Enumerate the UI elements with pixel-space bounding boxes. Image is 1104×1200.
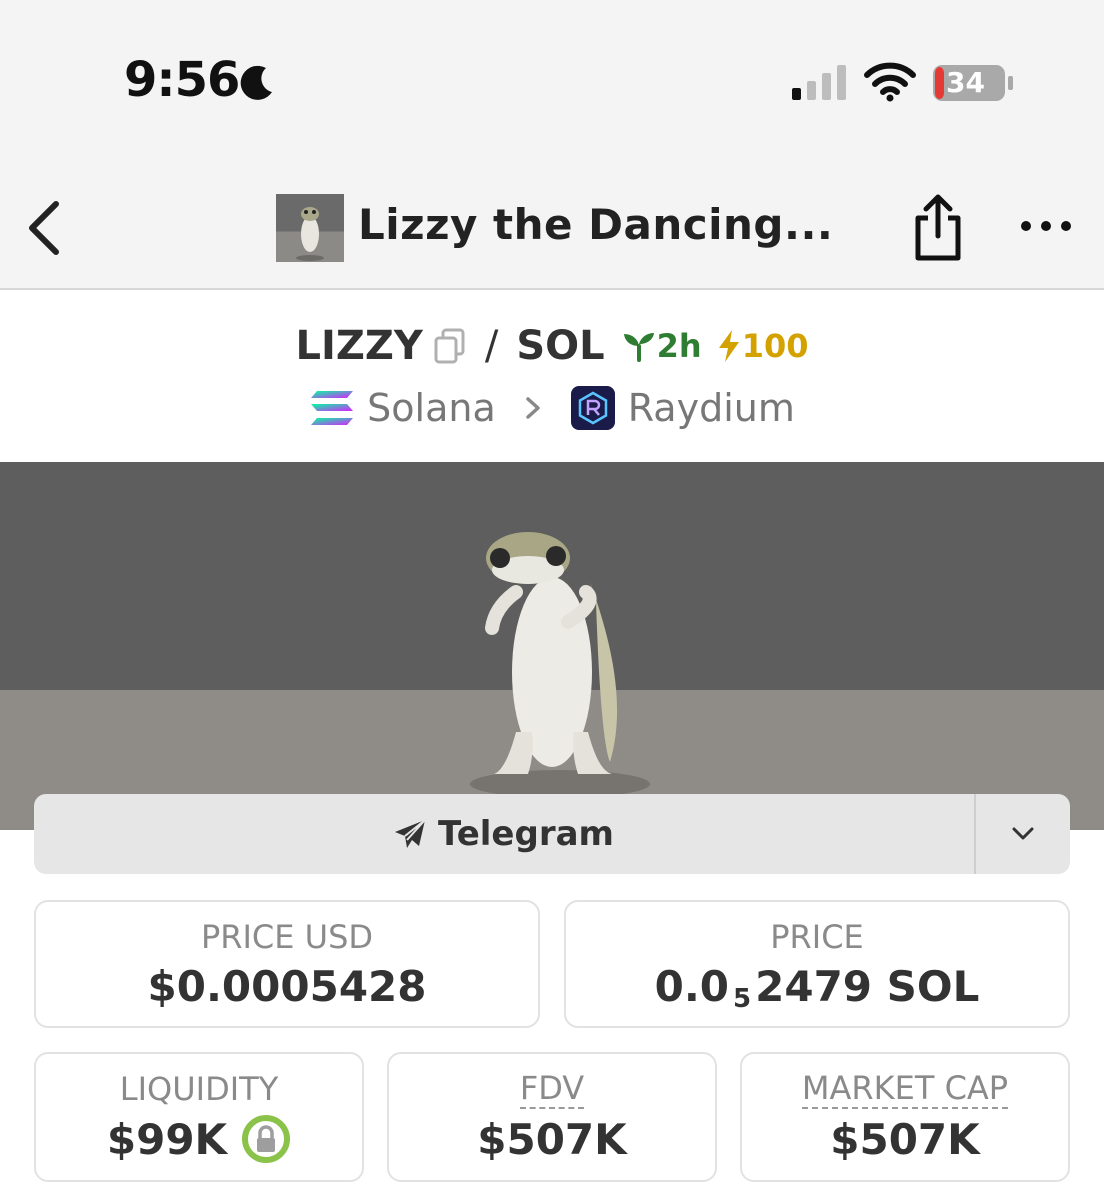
cellular-signal-icon: [792, 65, 846, 100]
liquidity-value: $99K: [106, 1114, 228, 1164]
pair-header: LIZZY / SOL 2h 100: [0, 318, 1104, 374]
price-zero-count: 5: [733, 983, 752, 1014]
moon-icon: [240, 65, 272, 100]
links-dropdown-button[interactable]: [976, 794, 1070, 874]
chevron-right-icon: [525, 397, 540, 419]
lizard-thumbnail-icon: [296, 207, 324, 261]
price-usd-card: PRICE USD $0.0005428: [34, 900, 540, 1028]
copy-icon[interactable]: [433, 327, 467, 365]
status-time: 9:56: [124, 52, 240, 108]
chevron-down-icon: [1012, 827, 1034, 840]
price-digits: 2479 SOL: [755, 962, 980, 1011]
nav-bar: Lizzy the Dancing...: [0, 170, 1104, 290]
dancing-lizard-image: [470, 532, 650, 798]
battery-indicator: 34: [932, 64, 1014, 102]
telegram-button[interactable]: Telegram: [34, 794, 976, 874]
base-symbol: LIZZY: [295, 323, 423, 369]
price-lead: 0.0: [654, 962, 730, 1011]
market-cap-value: $507K: [830, 1114, 980, 1164]
wifi-icon: [864, 62, 916, 102]
pair-separator: /: [484, 323, 499, 369]
market-cap-label[interactable]: MARKET CAP: [801, 1070, 1009, 1109]
price-usd-label: PRICE USD: [200, 918, 374, 956]
pair-age-badge: 2h: [621, 327, 702, 365]
boost-badge: 100: [716, 327, 809, 365]
price-native-value: 0.0 5 2479 SOL: [566, 962, 1068, 1014]
chain-route: Solana Raydium: [0, 380, 1104, 436]
price-native-card: PRICE 0.0 5 2479 SOL: [564, 900, 1070, 1028]
market-cap-card: MARKET CAP $507K: [740, 1052, 1070, 1182]
back-chevron-icon[interactable]: [22, 198, 66, 258]
paper-plane-icon: [395, 819, 426, 848]
price-usd-value: $0.0005428: [147, 962, 427, 1011]
liquidity-card: LIQUIDITY $99K: [34, 1052, 364, 1182]
boost-count: 100: [741, 327, 809, 365]
share-icon[interactable]: [908, 192, 968, 262]
raydium-logo-icon: [570, 386, 615, 430]
seedling-icon: [623, 333, 654, 362]
nav-title: Lizzy the Dancing...: [358, 200, 834, 249]
telegram-label: Telegram: [438, 814, 614, 854]
lock-icon[interactable]: [241, 1114, 291, 1164]
status-bar: 9:56 34: [0, 0, 1104, 170]
fdv-card: FDV $507K: [387, 1052, 717, 1182]
battery-level: 34: [946, 66, 985, 99]
more-options-icon[interactable]: [1018, 214, 1074, 238]
fdv-value: $507K: [477, 1114, 627, 1164]
quote-symbol: SOL: [516, 323, 605, 369]
solana-logo-icon: [311, 391, 354, 425]
dex-name[interactable]: Raydium: [628, 386, 795, 430]
lightning-icon: [718, 330, 739, 362]
token-banner-image: [0, 462, 1104, 830]
token-avatar: [276, 194, 344, 262]
liquidity-value-row: $99K: [36, 1114, 362, 1164]
chain-name[interactable]: Solana: [367, 386, 496, 430]
pair-age: 2h: [656, 327, 702, 365]
liquidity-label: LIQUIDITY: [119, 1070, 279, 1108]
fdv-label[interactable]: FDV: [519, 1070, 585, 1109]
price-label: PRICE: [770, 918, 864, 956]
social-links-bar: Telegram: [34, 794, 1070, 874]
